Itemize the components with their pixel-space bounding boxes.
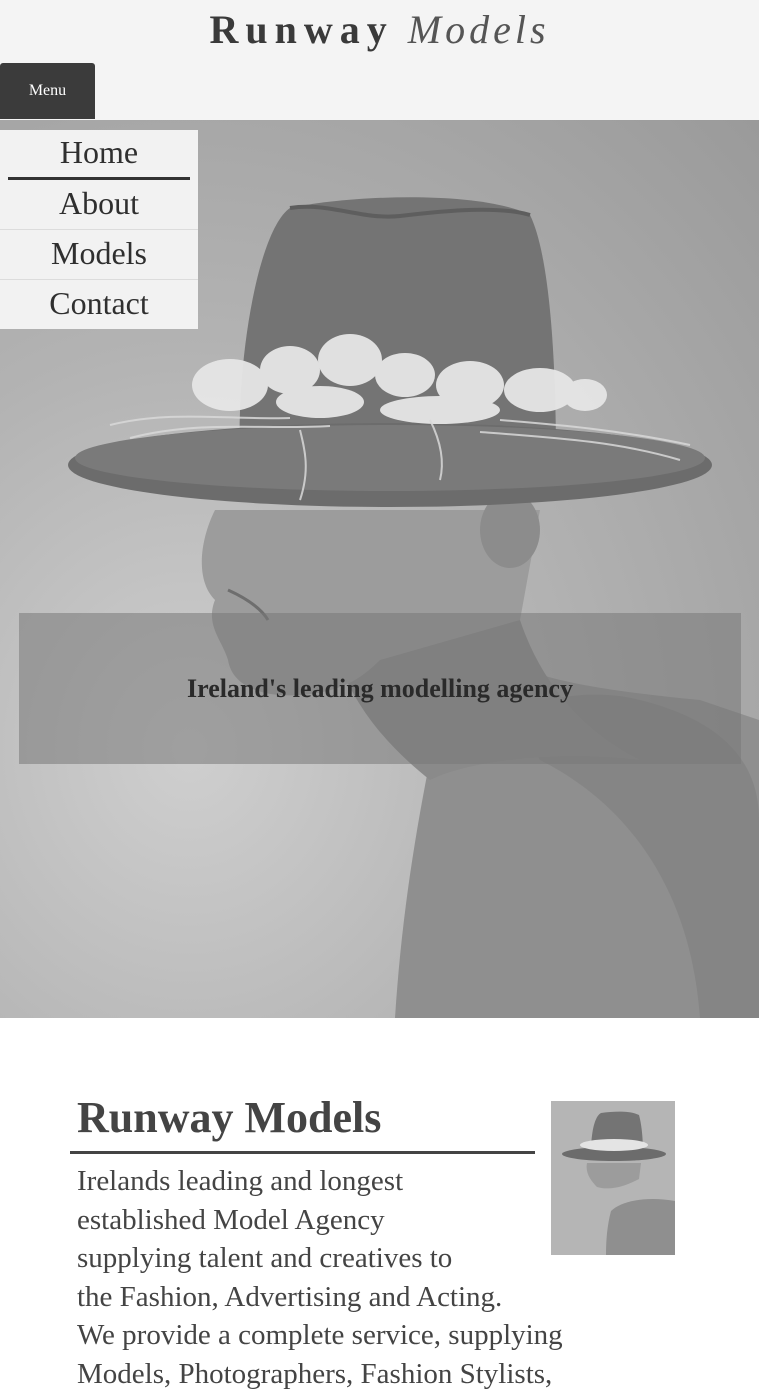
site-header: Runway Models Menu: [0, 0, 759, 120]
about-line: supplying talent and creatives to: [77, 1242, 453, 1274]
hero-tagline: Ireland's leading modelling agency: [187, 673, 573, 703]
brand-name-italic: Models: [407, 7, 550, 52]
about-section: Runway Models Irelands leading and longe…: [0, 1018, 759, 1400]
about-line: established Model Agency: [77, 1203, 385, 1236]
about-line: Models, Photographers, Fashion Stylists,: [77, 1357, 553, 1390]
about-title: Runway Models: [77, 1093, 382, 1142]
nav-item-home[interactable]: Home: [8, 130, 190, 180]
main-nav: Home About Models Contact: [0, 130, 198, 329]
brand-name-bold: Runway: [209, 7, 394, 52]
menu-button[interactable]: Menu: [0, 63, 95, 119]
site-logo[interactable]: Runway Models: [0, 6, 759, 53]
about-line: We provide a complete service, supplying: [77, 1319, 563, 1351]
nav-item-about[interactable]: About: [0, 180, 198, 230]
title-divider: [70, 1151, 535, 1154]
about-description: Irelands leading and longest established…: [77, 1162, 667, 1393]
nav-item-contact[interactable]: Contact: [0, 280, 198, 330]
about-line: the Fashion, Advertising and Acting.: [77, 1280, 503, 1313]
nav-item-models[interactable]: Models: [0, 230, 198, 280]
tagline-banner: Ireland's leading modelling agency: [19, 613, 741, 764]
about-line: Irelands leading and longest: [77, 1165, 404, 1197]
